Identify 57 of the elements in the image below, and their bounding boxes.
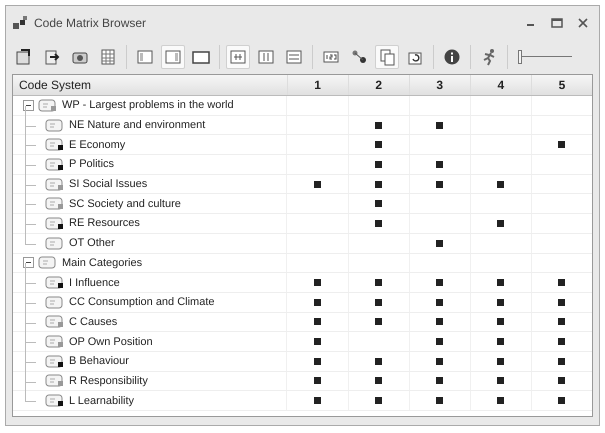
code-label[interactable]: RE Resources — [69, 217, 140, 230]
zoom-slider[interactable] — [516, 48, 572, 66]
tree-line — [25, 342, 36, 363]
maximize-icon[interactable] — [551, 17, 563, 29]
column-icon — [164, 48, 182, 66]
grid-icon — [229, 48, 247, 66]
code-label[interactable]: R Responsibility — [69, 374, 148, 387]
tree-line — [25, 322, 36, 344]
code-label[interactable]: NE Nature and environment — [69, 119, 206, 132]
code-label[interactable]: B Behaviour — [69, 355, 129, 368]
export-icon — [15, 48, 33, 66]
code-label[interactable]: E Economy — [69, 138, 126, 151]
grid-icon — [285, 48, 303, 66]
tree-line — [25, 106, 36, 127]
column-icon — [136, 48, 154, 66]
code-label[interactable]: L Learnability — [69, 394, 134, 407]
tree-line — [25, 381, 36, 402]
window-title: Code Matrix Browser — [34, 16, 146, 30]
tree-line — [25, 263, 36, 284]
grid-icon — [257, 48, 275, 66]
tree-line — [25, 125, 36, 146]
column-header[interactable]: 2 — [348, 75, 409, 95]
column-header[interactable]: 3 — [408, 75, 470, 95]
code-label[interactable]: Main Categories — [62, 256, 142, 269]
tree-line — [25, 184, 36, 206]
nodes-icon — [350, 48, 368, 66]
code-label[interactable]: OP Own Position — [69, 336, 153, 348]
collapse-toggle[interactable] — [23, 257, 34, 268]
tree-line — [25, 204, 36, 226]
code-label[interactable]: I Influence — [69, 276, 120, 289]
code-label[interactable]: OT Other — [69, 237, 115, 250]
table-icon — [99, 48, 117, 66]
tree-line — [25, 362, 36, 383]
code-label[interactable]: C Causes — [69, 316, 118, 328]
app-icon — [12, 15, 28, 31]
code-label[interactable]: SC Society and culture — [69, 198, 181, 210]
toolbar-button[interactable] — [375, 45, 399, 69]
code-label[interactable]: CC Consumption and Climate — [69, 296, 215, 308]
collapse-toggle[interactable] — [23, 100, 34, 111]
column-header[interactable]: 1 — [286, 75, 348, 95]
tree-line — [25, 145, 36, 166]
column-header[interactable]: 5 — [530, 75, 592, 95]
tree-line — [25, 302, 36, 324]
tree-line — [25, 282, 36, 304]
info-icon — [443, 48, 461, 66]
code-label[interactable]: WP - Largest problems in the world — [62, 99, 234, 112]
code-label[interactable]: SI Social Issues — [69, 178, 148, 190]
code-label[interactable]: P Politics — [69, 158, 114, 170]
tree-line — [25, 164, 36, 186]
copy-icon — [378, 48, 396, 66]
tree-line — [25, 224, 36, 245]
toolbar-button[interactable] — [226, 45, 250, 69]
column-header[interactable]: Code System — [13, 75, 287, 95]
import-icon — [43, 48, 61, 66]
column-header[interactable]: 4 — [470, 75, 531, 95]
toolbar-button[interactable] — [161, 45, 185, 69]
close-icon[interactable] — [577, 17, 589, 29]
